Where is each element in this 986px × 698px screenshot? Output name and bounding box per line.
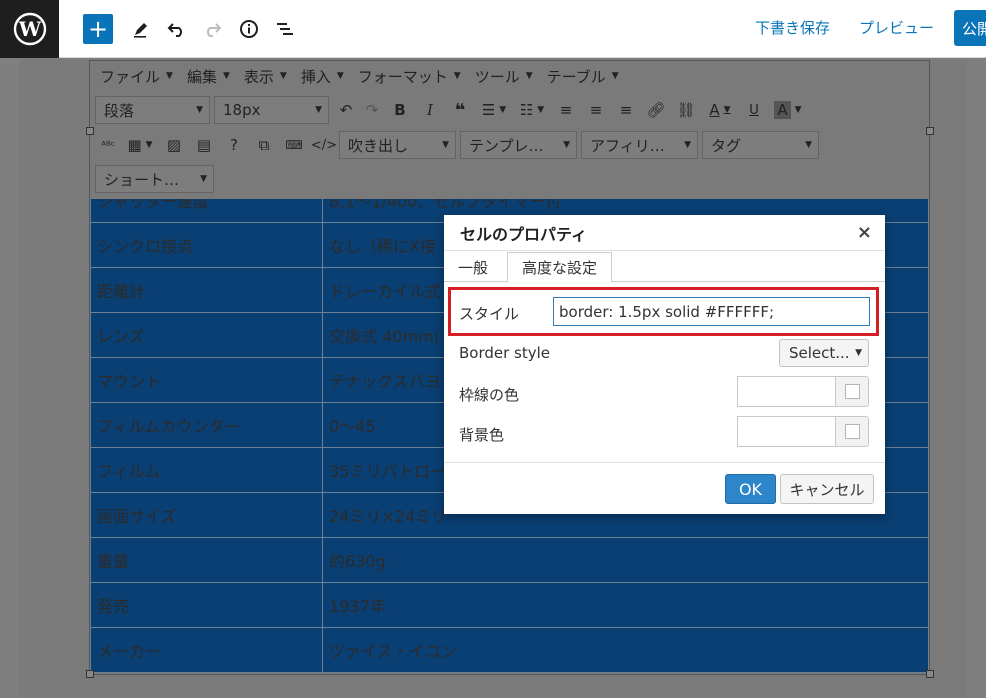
- dialog-header: セルのプロパティ ×: [444, 215, 885, 251]
- table-row: 発売 1937年: [90, 582, 929, 628]
- table-cell-label[interactable]: フィルムカウンター: [90, 402, 323, 448]
- table-icon[interactable]: ▦ ▼: [121, 131, 159, 159]
- cancel-button[interactable]: キャンセル: [780, 474, 874, 504]
- resize-handle[interactable]: [926, 127, 934, 135]
- font-size-select[interactable]: 18px ▼: [214, 96, 329, 124]
- spellcheck-icon[interactable]: ᴬᴮᶜ: [95, 131, 121, 159]
- undo-icon[interactable]: [162, 14, 192, 44]
- bullet-list-icon[interactable]: ☰ ▼: [475, 96, 513, 124]
- table-cell-value[interactable]: 約630g: [322, 537, 929, 583]
- redo-icon: [197, 14, 227, 44]
- italic-icon[interactable]: I: [415, 96, 445, 124]
- table-cell-label[interactable]: 発売: [90, 582, 323, 628]
- info-icon[interactable]: [234, 14, 264, 44]
- toolbar-row-1: 段落 ▼ 18px ▼ ↶ ↷ B I ❝ ☰ ▼ ☷ ▼ ≡ ≡ ≡ 🔗︎ ⛓︎ A ▼…: [95, 96, 807, 124]
- dialog-footer: OK キャンセル: [444, 462, 885, 514]
- table-cell-label[interactable]: 距離計: [90, 267, 323, 313]
- align-right-icon[interactable]: ≡: [611, 96, 641, 124]
- menu-view[interactable]: 表示 ▼: [244, 66, 287, 87]
- editor-toolbar: ファイル ▼ 編集 ▼ 表示 ▼ 挿入 ▼ フォーマット ▼ ツール ▼ テーブル ▼ 段落 ▼…: [90, 61, 929, 199]
- menu-edit[interactable]: 編集 ▼: [187, 66, 230, 87]
- menu-table[interactable]: テーブル ▼: [547, 66, 619, 87]
- numbered-list-icon[interactable]: ☷ ▼: [513, 96, 551, 124]
- dialog-tabs: 一般 高度な設定: [444, 252, 885, 283]
- table-cell-label[interactable]: フィルム: [90, 447, 323, 493]
- edit-pencil-icon[interactable]: [126, 14, 156, 44]
- underline-icon[interactable]: U: [739, 96, 769, 124]
- format-select[interactable]: 段落 ▼: [95, 96, 210, 124]
- menu-tools[interactable]: ツール ▼: [475, 66, 533, 87]
- svg-text:W: W: [17, 17, 41, 41]
- color-swatch-icon: [844, 424, 860, 439]
- resize-handle[interactable]: [86, 127, 94, 135]
- code-icon[interactable]: </>: [309, 131, 339, 159]
- table-cell-label[interactable]: 重量: [90, 537, 323, 583]
- border-style-select[interactable]: Select... ▼: [779, 339, 869, 367]
- table-row: メーカー ツァイス・イコン: [90, 627, 929, 673]
- bold-icon[interactable]: B: [385, 96, 415, 124]
- table-cell-value[interactable]: ツァイス・イコン: [322, 627, 929, 673]
- save-draft-link[interactable]: 下書き保存: [755, 17, 830, 38]
- redo-icon[interactable]: ↷: [359, 96, 385, 124]
- add-block-button[interactable]: +: [83, 14, 113, 44]
- border-color-input[interactable]: [737, 376, 836, 407]
- resize-handle[interactable]: [86, 670, 94, 678]
- align-left-icon[interactable]: ≡: [551, 96, 581, 124]
- tab-advanced[interactable]: 高度な設定: [507, 252, 613, 283]
- toolbar-row-2: ᴬᴮᶜ ▦ ▼ ▨ ▤ ? ⧉ ⌨ </> 吹き出し ▼ テンプレ… ▼ アフィリ… ▼…: [95, 131, 823, 159]
- table-cell-label[interactable]: 画面サイズ: [90, 492, 323, 538]
- text-color-icon[interactable]: A ▼: [701, 96, 739, 124]
- table-cell-label[interactable]: マウント: [90, 357, 323, 403]
- background-color-label: 背景色: [459, 426, 505, 444]
- close-icon[interactable]: ×: [857, 222, 872, 243]
- toolbar-row-3: ショート… ▼: [95, 165, 218, 193]
- background-color-picker[interactable]: [835, 416, 869, 447]
- style-input[interactable]: border: 1.5px solid #FFFFFF;: [553, 297, 870, 326]
- menu-insert[interactable]: 挿入 ▼: [301, 66, 344, 87]
- menu-file[interactable]: ファイル ▼: [100, 66, 173, 87]
- help-icon[interactable]: ?: [219, 131, 249, 159]
- cell-properties-dialog: セルのプロパティ × 一般 高度な設定 スタイル border: 1.5px s…: [444, 215, 885, 514]
- resize-handle[interactable]: [926, 670, 934, 678]
- shortcode-select[interactable]: ショート… ▼: [95, 165, 214, 193]
- media-icon[interactable]: ▤: [189, 131, 219, 159]
- table-cell-label[interactable]: レンズ: [90, 312, 323, 358]
- border-color-picker[interactable]: [835, 376, 869, 407]
- table-cell-value[interactable]: 1937年: [322, 582, 929, 628]
- affiliate-select[interactable]: アフィリ… ▼: [581, 131, 698, 159]
- table-row: 重量 約630g: [90, 537, 929, 583]
- style-label: スタイル: [459, 305, 520, 323]
- publish-button[interactable]: 公開: [954, 10, 986, 46]
- template-select[interactable]: テンプレ… ▼: [460, 131, 577, 159]
- keyboard-icon[interactable]: ⌨: [279, 131, 309, 159]
- tag-select[interactable]: タグ ▼: [702, 131, 819, 159]
- table-cell-label[interactable]: シンクロ接点: [90, 222, 323, 268]
- unlink-icon[interactable]: ⛓︎: [671, 96, 701, 124]
- link-icon[interactable]: 🔗︎: [641, 96, 671, 124]
- image-icon[interactable]: ▨: [159, 131, 189, 159]
- undo-icon[interactable]: ↶: [333, 96, 359, 124]
- blockquote-icon[interactable]: ❝: [445, 96, 475, 124]
- color-swatch-icon: [844, 384, 860, 399]
- border-style-label: Border style: [459, 344, 551, 362]
- preview-link[interactable]: プレビュー: [859, 17, 934, 38]
- tab-general[interactable]: 一般: [444, 252, 502, 282]
- background-color-input[interactable]: [737, 416, 836, 447]
- menu-format[interactable]: フォーマット ▼: [358, 66, 461, 87]
- dialog-title: セルのプロパティ: [460, 224, 588, 244]
- menu-bar: ファイル ▼ 編集 ▼ 表示 ▼ 挿入 ▼ フォーマット ▼ ツール ▼ テーブル ▼: [90, 61, 929, 91]
- border-color-label: 枠線の色: [459, 386, 520, 404]
- top-bar: W + 下書き保存 プレビュー 公開: [0, 0, 986, 58]
- table-cell-label[interactable]: メーカー: [90, 627, 323, 673]
- wordpress-logo-icon[interactable]: W: [0, 0, 59, 58]
- background-color-icon[interactable]: A ▼: [769, 96, 807, 124]
- shortcode-icon[interactable]: ⧉: [249, 131, 279, 159]
- align-center-icon[interactable]: ≡: [581, 96, 611, 124]
- balloon-select[interactable]: 吹き出し ▼: [339, 131, 456, 159]
- outline-list-icon[interactable]: [270, 14, 300, 44]
- ok-button[interactable]: OK: [725, 474, 776, 504]
